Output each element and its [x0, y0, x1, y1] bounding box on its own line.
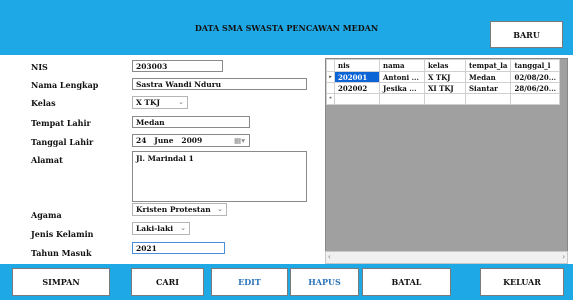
grid-table: nis nama kelas tempat_la tanggal_l ▸ 202…: [326, 59, 561, 105]
edit-button[interactable]: EDIT: [211, 268, 288, 296]
cell-tanggal[interactable]: 02/08/20...: [510, 71, 561, 83]
cell-kelas[interactable]: X TKJ: [424, 71, 466, 83]
kelas-label: Kelas: [31, 98, 56, 108]
cell-nama[interactable]: Jesika ...: [379, 82, 425, 94]
new-row-icon[interactable]: *: [326, 93, 335, 105]
row-selector-icon[interactable]: ▸: [326, 71, 335, 83]
jk-label: Jenis Kelamin: [31, 229, 94, 239]
data-grid[interactable]: nis nama kelas tempat_la tanggal_l ▸ 202…: [325, 58, 568, 264]
column-header-nama[interactable]: nama: [379, 59, 425, 72]
tahun-label: Tahun Masuk: [31, 248, 92, 258]
tanggal-label: Tanggal Lahir: [31, 137, 94, 147]
cell-nis[interactable]: 202001: [334, 71, 380, 83]
nis-label: NIS: [31, 62, 48, 72]
scroll-right-icon[interactable]: ›: [562, 253, 565, 261]
simpan-button[interactable]: SIMPAN: [12, 268, 110, 296]
cell-tempat[interactable]: Siantar: [464, 82, 512, 94]
column-header-kelas[interactable]: kelas: [424, 59, 466, 72]
jk-select[interactable]: Laki-laki ⌄: [132, 222, 190, 235]
nis-input[interactable]: 203003: [132, 60, 223, 72]
tahun-input[interactable]: 2021: [132, 242, 225, 254]
tanggal-picker[interactable]: 24 June 2009 ▦▾: [132, 134, 250, 147]
jk-value: Laki-laki: [136, 224, 174, 233]
cell-empty[interactable]: [379, 93, 425, 105]
scroll-left-icon[interactable]: ‹: [328, 253, 331, 261]
tanggal-day: 24: [136, 136, 147, 145]
column-header-tanggal[interactable]: tanggal_l: [510, 59, 561, 72]
column-header-nis[interactable]: nis: [334, 59, 380, 72]
chevron-down-icon: ⌄: [178, 98, 184, 106]
cell-empty[interactable]: [334, 93, 380, 105]
cell-nis[interactable]: 202002: [334, 82, 380, 94]
tanggal-year: 2009: [181, 136, 203, 145]
kelas-select[interactable]: X TKJ ⌄: [132, 96, 188, 109]
table-row[interactable]: 202002 Jesika ... XI TKJ Siantar 28/06/2…: [326, 82, 561, 94]
column-header-tempat[interactable]: tempat_la: [464, 59, 512, 72]
cell-empty[interactable]: [510, 93, 561, 105]
cell-nama[interactable]: Antoni ...: [379, 71, 425, 83]
page-title: DATA SMA SWASTA PENCAWAN MEDAN: [194, 23, 379, 33]
alamat-label: Alamat: [31, 155, 63, 165]
table-row[interactable]: ▸ 202001 Antoni ... X TKJ Medan 02/08/20…: [326, 71, 561, 83]
row-header[interactable]: [326, 82, 335, 94]
header-bar: DATA SMA SWASTA PENCAWAN MEDAN BARU: [0, 0, 573, 55]
cell-tanggal[interactable]: 28/06/20...: [510, 82, 561, 94]
agama-select[interactable]: Kristen Protestan ⌄: [132, 203, 227, 216]
alamat-textarea[interactable]: Jl. Marindal 1: [132, 151, 307, 202]
tempat-label: Tempat Lahir: [31, 118, 91, 128]
grid-corner: [326, 59, 335, 72]
kelas-value: X TKJ: [136, 98, 161, 107]
new-row[interactable]: *: [326, 93, 561, 105]
agama-value: Kristen Protestan: [136, 205, 211, 214]
horizontal-scrollbar[interactable]: ‹ ›: [325, 251, 568, 264]
tempat-input[interactable]: Medan: [132, 116, 250, 128]
baru-button[interactable]: BARU: [490, 21, 563, 48]
chevron-down-icon: ⌄: [217, 205, 223, 213]
tanggal-month: June: [154, 136, 174, 145]
grid-header-row: nis nama kelas tempat_la tanggal_l: [326, 59, 561, 72]
batal-button[interactable]: BATAL: [362, 268, 451, 296]
cell-empty[interactable]: [464, 93, 512, 105]
calendar-icon[interactable]: ▦▾: [234, 136, 245, 145]
cell-tempat[interactable]: Medan: [464, 71, 512, 83]
hapus-button[interactable]: HAPUS: [290, 268, 359, 296]
nama-input[interactable]: Sastra Wandi Nduru: [132, 78, 307, 90]
keluar-button[interactable]: KELUAR: [480, 268, 564, 296]
cell-kelas[interactable]: XI TKJ: [424, 82, 466, 94]
cari-button[interactable]: CARI: [131, 268, 204, 296]
chevron-down-icon: ⌄: [180, 224, 186, 232]
nama-label: Nama Lengkap: [31, 80, 99, 90]
cell-empty[interactable]: [424, 93, 466, 105]
agama-label: Agama: [31, 210, 62, 220]
